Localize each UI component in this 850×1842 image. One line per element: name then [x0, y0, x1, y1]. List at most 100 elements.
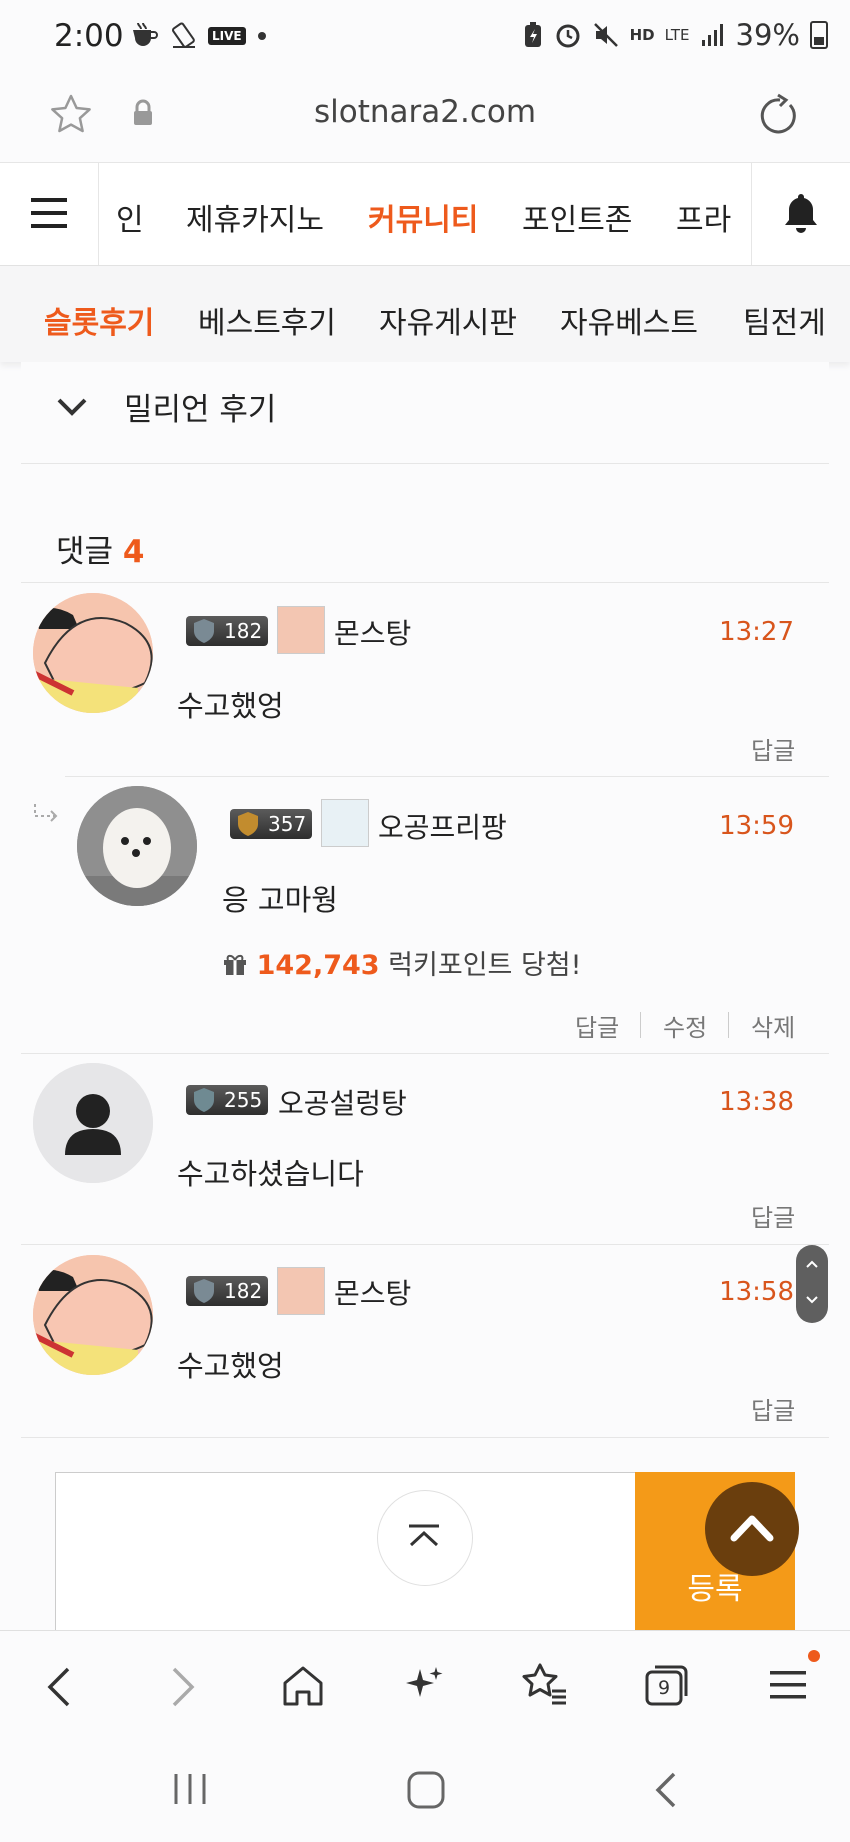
comment-text: 수고했엉: [177, 1349, 284, 1383]
reply-button[interactable]: 답글: [575, 1008, 619, 1043]
comment-time: 13:59: [719, 811, 794, 841]
chevron-up-bar-icon: [409, 1524, 439, 1547]
default-user-icon: [33, 1063, 153, 1183]
nickname[interactable]: 오공설렁탕: [278, 1082, 407, 1122]
reply-button[interactable]: 답글: [751, 1198, 795, 1233]
tab-slot-review[interactable]: 슬롯후기: [44, 298, 154, 342]
tab-best-review[interactable]: 베스트후기: [198, 298, 336, 342]
sparkle-icon[interactable]: [402, 1663, 446, 1707]
chevron-up-icon: [730, 1515, 774, 1542]
signal-icon: [701, 24, 723, 46]
home-nav-icon[interactable]: [406, 1770, 446, 1810]
bookmarks-icon[interactable]: [520, 1661, 570, 1707]
nav-item-partial-end[interactable]: 프라: [676, 195, 731, 239]
level-number: 182: [224, 1279, 263, 1303]
nickname[interactable]: 몬스탕: [334, 612, 411, 652]
reply-button[interactable]: 답글: [751, 1391, 795, 1426]
back-nav-icon[interactable]: [652, 1770, 678, 1810]
comment-time: 13:58: [719, 1277, 794, 1307]
avatar[interactable]: [33, 1255, 153, 1375]
nav-item-point-zone[interactable]: 포인트존: [522, 195, 632, 239]
category-title[interactable]: 밀리언 후기: [124, 384, 276, 429]
shield-icon: [194, 1088, 214, 1112]
tab-team-game[interactable]: 팀전게: [743, 298, 826, 342]
nav-item-community[interactable]: 커뮤니티: [368, 195, 478, 239]
browser-url-bar: slotnara2.com: [0, 76, 850, 163]
menu-icon[interactable]: [770, 1669, 806, 1701]
hamburger-icon: [31, 198, 67, 228]
lucky-points-label: 럭키포인트 당첨!: [388, 950, 582, 981]
avatar[interactable]: [33, 593, 153, 713]
comments-label: 댓글: [56, 534, 114, 570]
alarm-icon: [556, 24, 580, 48]
mute-icon: [593, 23, 618, 47]
divider: [21, 463, 829, 464]
chevron-down-icon[interactable]: [56, 396, 88, 418]
scroll-to-top-small-button[interactable]: [377, 1490, 473, 1586]
comments-count: 4: [122, 534, 145, 570]
divider: [21, 1244, 829, 1245]
lte-icon: LTE: [664, 26, 690, 44]
delete-button[interactable]: 삭제: [751, 1008, 795, 1043]
home-icon[interactable]: [280, 1663, 326, 1709]
divider: [21, 582, 829, 583]
nickname[interactable]: 몬스탕: [334, 1272, 411, 1312]
hd-voice-icon: HD: [629, 26, 655, 44]
edit-button[interactable]: 수정: [663, 1008, 707, 1043]
notification-button[interactable]: [751, 163, 850, 265]
battery-percent: 39%: [735, 18, 800, 52]
nickname[interactable]: 오공프리팡: [378, 806, 507, 846]
separator: [640, 1012, 641, 1038]
comment-text: 수고하셨습니다: [177, 1157, 364, 1191]
comment-time: 13:38: [719, 1087, 794, 1117]
back-icon[interactable]: [44, 1665, 74, 1709]
chevron-down-icon: [806, 1296, 818, 1304]
coffee-icon: [133, 22, 158, 46]
avatar[interactable]: [77, 786, 197, 906]
live-icon: LIVE: [208, 27, 246, 45]
level-badge: 255: [186, 1085, 269, 1115]
level-badge: 182: [186, 616, 269, 646]
battery-saver-icon: [524, 22, 541, 47]
tab-count: 9: [658, 1677, 671, 1699]
level-number: 182: [224, 619, 263, 643]
level-badge: 357: [230, 809, 313, 839]
mini-avatar: [277, 606, 325, 654]
system-nav-bar: [0, 1740, 850, 1842]
hamburger-menu-button[interactable]: [0, 163, 99, 265]
nav-item-partial[interactable]: 인: [116, 195, 144, 239]
mini-avatar: [321, 799, 369, 847]
separator: [728, 1012, 729, 1038]
reply-arrow-icon: [34, 804, 58, 822]
status-left-icons: LIVE: [130, 22, 268, 50]
divider: [65, 776, 829, 777]
url-text[interactable]: slotnara2.com: [0, 94, 850, 130]
recent-apps-icon[interactable]: [170, 1772, 210, 1806]
mini-avatar: [277, 1267, 325, 1315]
tabs-button[interactable]: 9: [643, 1662, 691, 1708]
lucky-points-notice: 142,743 럭키포인트 당첨!: [222, 943, 581, 982]
divider: [21, 1053, 829, 1054]
sub-nav: 슬롯후기 베스트후기 자유게시판 자유베스트 팀전게: [0, 266, 850, 362]
bell-icon: [785, 194, 817, 233]
comment-input[interactable]: [55, 1472, 637, 1634]
screen-rotate-icon: [171, 22, 195, 48]
lucky-points-value: 142,743: [256, 950, 380, 981]
tab-free-board[interactable]: 자유게시판: [379, 298, 517, 342]
nav-item-partner-casino[interactable]: 제휴카지노: [186, 195, 324, 239]
avatar-image: [33, 1255, 153, 1375]
forward-icon[interactable]: [168, 1665, 198, 1709]
divider: [21, 1437, 829, 1438]
avatar[interactable]: [33, 1063, 153, 1183]
avatar-image: [77, 786, 197, 906]
reload-icon[interactable]: [754, 92, 802, 140]
level-number: 357: [268, 812, 307, 836]
main-nav: 인 제휴카지노 커뮤니티 포인트존 프라: [0, 163, 850, 266]
reply-button[interactable]: 답글: [751, 731, 795, 766]
fast-scroll-handle[interactable]: [796, 1245, 828, 1323]
comment-text: 수고했엉: [177, 689, 284, 723]
scroll-to-top-button[interactable]: [705, 1482, 799, 1576]
tab-free-best[interactable]: 자유베스트: [560, 298, 698, 342]
shield-icon: [194, 619, 214, 643]
battery-icon: [810, 21, 828, 49]
